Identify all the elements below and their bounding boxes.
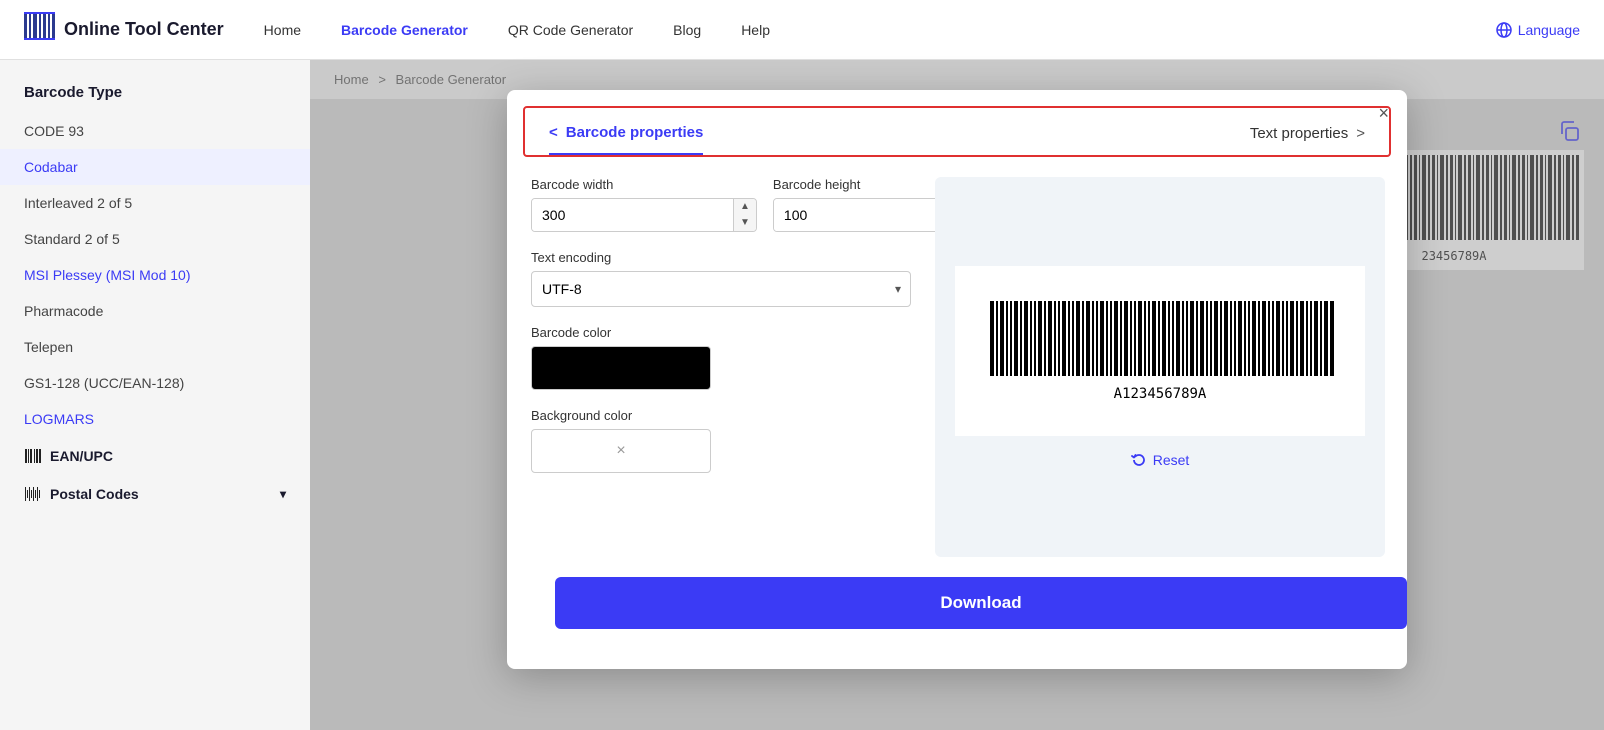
bg-color-group: Background color × — [531, 408, 911, 473]
language-selector[interactable]: Language — [1496, 22, 1580, 38]
tab-text-properties[interactable]: Text properties > — [1250, 125, 1365, 154]
bg-color-label: Background color — [531, 408, 911, 423]
sidebar: Barcode Type CODE 93 Codabar Interleaved… — [0, 60, 310, 730]
width-label: Barcode width — [531, 177, 757, 192]
main-layout: Barcode Type CODE 93 Codabar Interleaved… — [0, 60, 1604, 730]
sidebar-item-msi[interactable]: MSI Plessey (MSI Mod 10) — [0, 257, 310, 293]
language-label: Language — [1518, 22, 1580, 38]
nav-barcode-generator[interactable]: Barcode Generator — [341, 22, 468, 38]
sidebar-item-telepen[interactable]: Telepen — [0, 329, 310, 365]
tab-text-label: Text properties — [1250, 125, 1348, 142]
reset-button[interactable]: Reset — [1131, 452, 1190, 468]
sidebar-item-standard2of5[interactable]: Standard 2 of 5 — [0, 221, 310, 257]
reset-label: Reset — [1153, 452, 1190, 468]
width-input[interactable] — [532, 199, 733, 231]
sidebar-item-pharmacode[interactable]: Pharmacode — [0, 293, 310, 329]
bg-color-clear[interactable]: × — [616, 442, 625, 460]
modal-footer: Download — [507, 577, 1407, 669]
width-up-btn[interactable]: ▲ — [734, 199, 756, 215]
tab-barcode-label: Barcode properties — [566, 124, 704, 141]
nav-home[interactable]: Home — [264, 22, 301, 38]
width-down-btn[interactable]: ▼ — [734, 215, 756, 231]
sidebar-item-gs1128[interactable]: GS1-128 (UCC/EAN-128) — [0, 365, 310, 401]
modal-overlay: × < Barcode properties Text properties > — [310, 60, 1604, 730]
modal-tabs: < Barcode properties Text properties > — [523, 106, 1391, 157]
nav-qr-generator[interactable]: QR Code Generator — [508, 22, 633, 38]
tab-barcode-properties[interactable]: < Barcode properties — [549, 124, 703, 155]
barcode-color-swatch[interactable] — [531, 346, 711, 390]
nav-help[interactable]: Help — [741, 22, 770, 38]
tab-barcode-arrow: < — [549, 124, 558, 141]
globe-icon — [1496, 22, 1512, 38]
sidebar-section-title: Barcode Type — [0, 76, 310, 113]
main-nav: Home Barcode Generator QR Code Generator… — [264, 22, 1496, 38]
encoding-select-wrap: UTF-8 UTF-16 ISO-8859-1 ▾ — [531, 271, 911, 307]
encoding-group: Text encoding UTF-8 UTF-16 ISO-8859-1 ▾ — [531, 250, 911, 307]
modal-right-panel: A123456789A Reset — [935, 177, 1385, 557]
modal-body: Barcode width ▲ ▼ Barco — [507, 157, 1407, 577]
modal: × < Barcode properties Text properties > — [507, 90, 1407, 669]
nav-blog[interactable]: Blog — [673, 22, 701, 38]
svg-text:A123456789A: A123456789A — [1114, 386, 1207, 402]
barcode-color-group: Barcode color — [531, 325, 911, 390]
sidebar-item-interleaved[interactable]: Interleaved 2 of 5 — [0, 185, 310, 221]
logo-icon — [24, 10, 56, 49]
logo[interactable]: Online Tool Center — [24, 10, 224, 49]
modal-close-button[interactable]: × — [1378, 104, 1389, 122]
encoding-label: Text encoding — [531, 250, 911, 265]
sidebar-ean-label: EAN/UPC — [50, 448, 113, 464]
barcode-color-label: Barcode color — [531, 325, 911, 340]
header: Online Tool Center Home Barcode Generato… — [0, 0, 1604, 60]
sidebar-item-codabar[interactable]: Codabar — [0, 149, 310, 185]
barcode-icon — [24, 447, 42, 465]
sidebar-item-logmars[interactable]: LOGMARS — [0, 401, 310, 437]
encoding-select[interactable]: UTF-8 UTF-16 ISO-8859-1 — [531, 271, 911, 307]
content-area: Home > Barcode Generator — [310, 60, 1604, 730]
postal-icon — [24, 485, 42, 503]
reset-icon — [1131, 452, 1147, 468]
sidebar-postal-section[interactable]: Postal Codes ▾ — [0, 475, 310, 513]
width-arrows: ▲ ▼ — [733, 199, 756, 231]
width-input-wrap: ▲ ▼ — [531, 198, 757, 232]
modal-left-panel: Barcode width ▲ ▼ Barco — [531, 177, 911, 557]
dimensions-row: Barcode width ▲ ▼ Barco — [531, 177, 911, 232]
download-button[interactable]: Download — [555, 577, 1407, 629]
width-field-group: Barcode width ▲ ▼ — [531, 177, 757, 232]
barcode-preview: A123456789A — [955, 266, 1365, 436]
bg-color-swatch[interactable]: × — [531, 429, 711, 473]
logo-text: Online Tool Center — [64, 19, 224, 40]
tab-text-arrow: > — [1356, 125, 1365, 142]
sidebar-ean-section[interactable]: EAN/UPC — [0, 437, 310, 475]
sidebar-postal-label: Postal Codes — [50, 486, 139, 502]
sidebar-item-code93[interactable]: CODE 93 — [0, 113, 310, 149]
barcode-preview-svg: A123456789A — [985, 286, 1335, 416]
